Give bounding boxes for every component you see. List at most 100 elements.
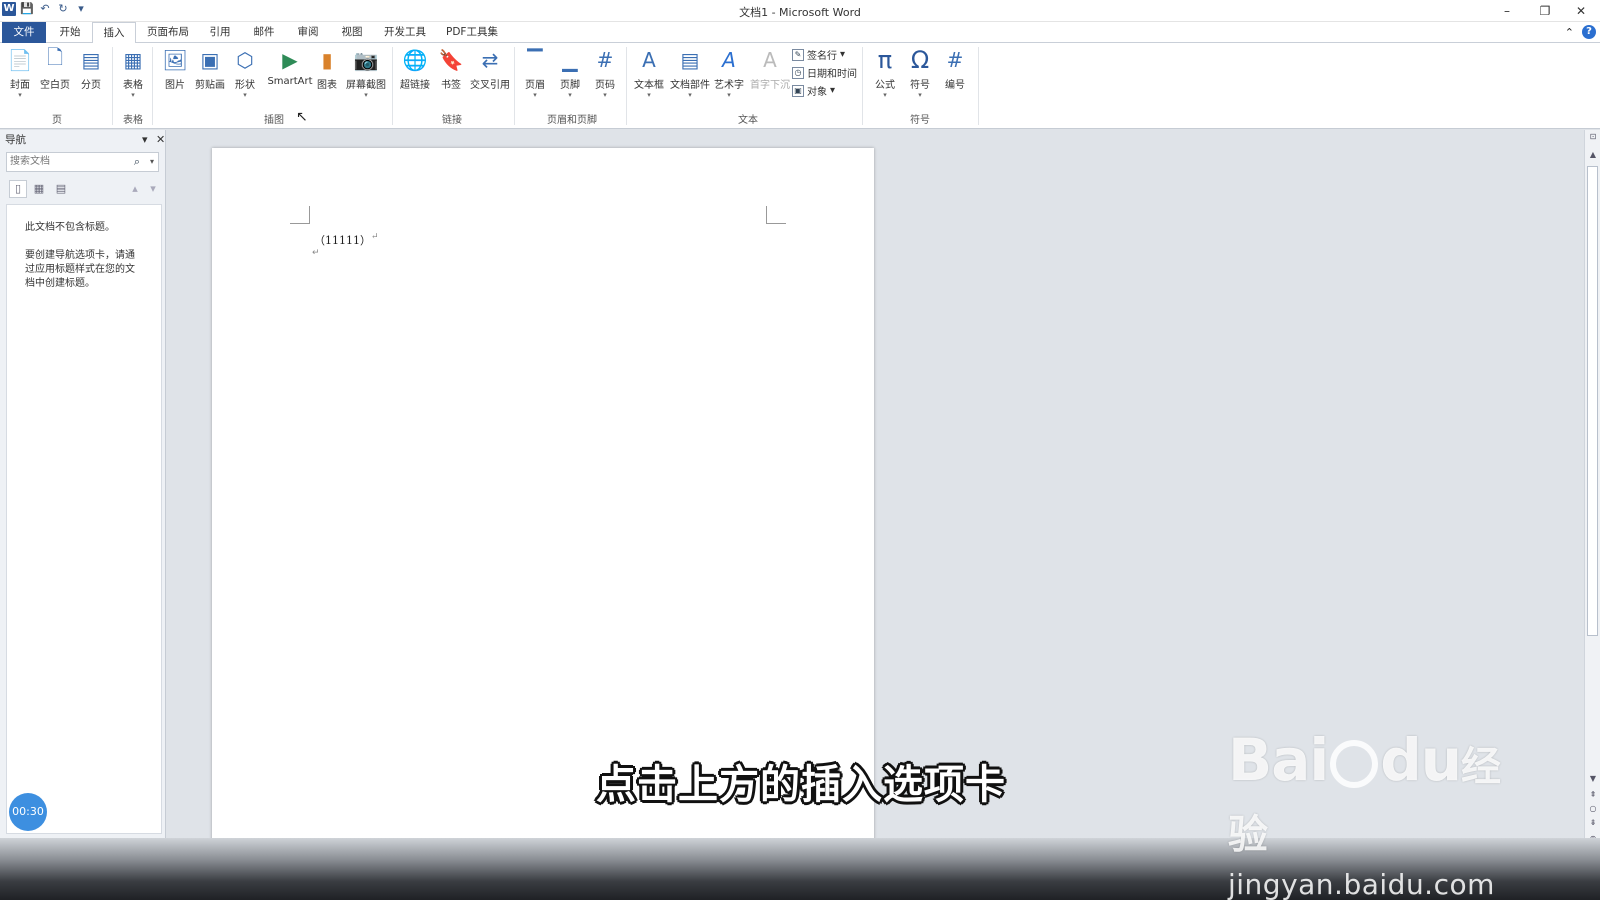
shapes-button[interactable]: ⬡ 形状 ▾ [228, 47, 262, 99]
nav-search-placeholder: 搜索文档 [10, 156, 50, 167]
clip-art-button[interactable]: ▣ 剪贴画 [193, 47, 227, 91]
quick-parts-icon: ▤ [680, 48, 700, 72]
footer-button[interactable]: ▁ 页脚 ▾ [553, 47, 587, 99]
search-options-icon[interactable]: ▾ [150, 153, 154, 171]
hyperlink-button[interactable]: 🌐 超链接 [396, 47, 434, 91]
table-button[interactable]: ▦ 表格 ▾ [116, 47, 150, 99]
shapes-icon: ⬡ [236, 48, 254, 72]
signature-line-button[interactable]: ✎ 签名行 ▾ [792, 47, 845, 62]
footer-icon: ▁ [562, 48, 578, 72]
chart-icon: ▮ [321, 48, 333, 72]
number-button[interactable]: # 编号 [938, 47, 972, 91]
wordart-button[interactable]: A 艺术字 ▾ [710, 47, 748, 99]
picture-icon: 🖼 [162, 48, 188, 72]
object-icon: ▣ [792, 84, 804, 97]
document-text[interactable]: （11111） ↵ [314, 232, 379, 248]
tab-pdf-tools[interactable]: PDF工具集 [442, 22, 502, 43]
number-icon: # [946, 48, 964, 72]
headings-view-icon[interactable]: ▯ [9, 180, 27, 198]
clock-icon: ◷ [792, 66, 804, 79]
page-break-button[interactable]: ▤ 分页 [74, 47, 108, 91]
clip-art-icon: ▣ [200, 48, 220, 72]
search-icon[interactable]: ⌕ [134, 153, 140, 171]
page-number-button[interactable]: # 页码 ▾ [588, 47, 622, 99]
object-button[interactable]: ▣ 对象 ▾ [792, 83, 835, 98]
previous-page-icon[interactable]: ⇞ [1585, 790, 1600, 799]
nav-close-icon[interactable]: ✕ [156, 130, 165, 150]
ruler-toggle-icon[interactable]: ⊡ [1585, 132, 1600, 141]
baidu-paw-icon [1330, 739, 1379, 788]
cover-page-icon: 📄 [7, 48, 33, 72]
screenshot-label: 屏幕截图 [346, 80, 386, 91]
quick-parts-label: 文档部件 [670, 80, 710, 91]
page-break-icon: ▤ [81, 48, 101, 72]
tab-home[interactable]: 开始 [52, 22, 88, 43]
equation-button[interactable]: π 公式 ▾ [868, 46, 902, 99]
smartart-button[interactable]: ▶ SmartArt [266, 47, 314, 87]
results-view-icon[interactable]: ▤ [52, 180, 70, 198]
text-box-label: 文本框 [634, 80, 664, 91]
next-icon[interactable]: ▾ [144, 180, 162, 198]
restore-button[interactable]: ❐ [1526, 0, 1564, 22]
pages-view-icon[interactable]: ▦ [30, 180, 48, 198]
watermark-logo-b: du [1380, 726, 1462, 794]
tab-file[interactable]: 文件 [2, 22, 46, 43]
video-caption: 点击上方的插入选项卡 [596, 762, 1006, 808]
text-box-button[interactable]: A 文本框 ▾ [630, 47, 668, 99]
document-paragraph[interactable]: （11111） [314, 234, 371, 247]
select-browse-object-icon[interactable]: ○ [1585, 804, 1600, 813]
nav-content: 此文档不包含标题。 要创建导航选项卡，请通过应用标题样式在您的文档中创建标题。 [6, 204, 162, 834]
video-timer: 00:30 [9, 793, 47, 831]
paragraph-mark-icon: ↵ [312, 248, 320, 258]
header-icon: ▔ [527, 48, 543, 72]
bookmark-button[interactable]: 🔖 书签 [434, 47, 468, 91]
tab-review[interactable]: 审阅 [290, 22, 326, 43]
collapse-ribbon-icon[interactable]: ⌃ [1565, 26, 1574, 39]
close-button[interactable]: ✕ [1562, 0, 1600, 22]
blank-page-button[interactable]: 🗋 空白页 [38, 45, 72, 91]
nav-options-icon[interactable]: ▾ [142, 130, 148, 150]
tab-insert[interactable]: 插入 [92, 22, 136, 44]
baidu-watermark: Bai du经验 jingyan.baidu.com [1228, 726, 1528, 900]
scroll-up-icon[interactable]: ▲ [1585, 150, 1600, 159]
navigation-pane: 导航 ▾ ✕ 搜索文档 ⌕ ▾ ▯ ▦ ▤ ▴ ▾ 此文档不包含标题。 要创建导… [0, 130, 166, 840]
tab-view[interactable]: 视图 [334, 22, 370, 43]
cross-reference-button[interactable]: ⇄ 交叉引用 [468, 47, 512, 91]
scroll-thumb[interactable] [1587, 166, 1598, 636]
help-icon[interactable]: ? [1582, 25, 1596, 39]
quick-parts-button[interactable]: ▤ 文档部件 ▾ [668, 47, 712, 99]
previous-icon[interactable]: ▴ [126, 180, 144, 198]
header-label: 页眉 [525, 80, 545, 91]
tab-developer[interactable]: 开发工具 [378, 22, 432, 43]
screenshot-button[interactable]: 📷 屏幕截图 ▾ [344, 47, 388, 99]
nav-search-input[interactable]: 搜索文档 ⌕ ▾ [6, 152, 159, 172]
header-button[interactable]: ▔ 页眉 ▾ [518, 47, 552, 99]
date-time-button[interactable]: ◷ 日期和时间 [792, 65, 857, 80]
scroll-down-icon[interactable]: ▼ [1585, 774, 1600, 783]
margin-corner-right [766, 206, 786, 224]
group-links: 链接 [442, 115, 462, 126]
document-page[interactable]: （11111） ↵ ↵ [212, 148, 874, 848]
next-page-icon[interactable]: ⇟ [1585, 818, 1600, 827]
drop-cap-button[interactable]: A 首字下沉 [748, 47, 792, 91]
picture-button[interactable]: 🖼 图片 [158, 47, 192, 91]
page-number-icon: # [596, 48, 614, 72]
table-icon: ▦ [123, 48, 143, 72]
tab-page-layout[interactable]: 页面布局 [142, 22, 194, 43]
vertical-scrollbar[interactable]: ⊡ ▲ ▼ ⇞ ○ ⇟ ⊕ [1584, 130, 1600, 870]
tab-references[interactable]: 引用 [202, 22, 238, 43]
bookmark-icon: 🔖 [438, 48, 464, 72]
pi-icon: π [877, 46, 893, 74]
cover-page-button[interactable]: 📄 封面 ▾ [3, 47, 37, 99]
tab-mailings[interactable]: 邮件 [246, 22, 282, 43]
title-bar: W 💾 ↶ ↻ ▾ 文档1 - Microsoft Word – ❐ ✕ [0, 0, 1600, 22]
symbol-label: 符号 [910, 80, 930, 91]
minimize-button[interactable]: – [1488, 0, 1526, 22]
omega-icon: Ω [910, 46, 930, 74]
group-text: 文本 [738, 115, 758, 126]
chart-button[interactable]: ▮ 图表 [310, 47, 344, 91]
clip-art-label: 剪贴画 [195, 80, 225, 91]
smartart-icon: ▶ [282, 48, 298, 72]
symbol-button[interactable]: Ω 符号 ▾ [903, 46, 937, 99]
drop-cap-icon: A [763, 48, 777, 72]
